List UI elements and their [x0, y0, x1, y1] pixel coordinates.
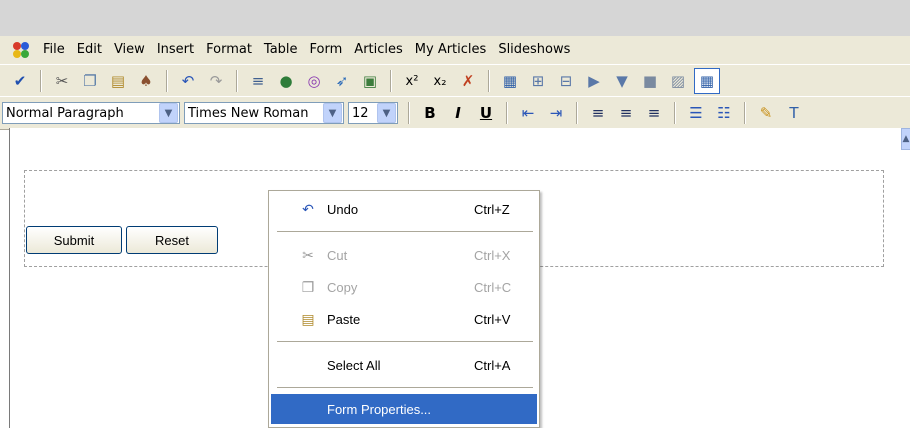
toolbar-separator: [576, 102, 578, 124]
delete-row-icon[interactable]: ■: [638, 69, 662, 93]
paragraph-style-select[interactable]: Normal Paragraph ▼: [2, 102, 180, 124]
insert-column-icon[interactable]: ⊟: [554, 69, 578, 93]
font-family-value: Times New Roman: [188, 105, 309, 121]
menu-view[interactable]: View: [108, 36, 151, 64]
superscript-icon[interactable]: x²: [400, 69, 424, 93]
menu-item-label: Copy: [327, 279, 358, 295]
toolbar-separator: [166, 70, 168, 92]
menu-item-copy: ❐ Copy Ctrl+C: [271, 271, 537, 303]
spellcheck-icon[interactable]: ✔: [8, 69, 32, 93]
paste-icon: ▤: [301, 310, 315, 327]
menu-item-label: Select All: [327, 357, 381, 373]
align-right-icon[interactable]: ≡: [642, 101, 666, 125]
menu-item-label: Cut: [327, 247, 348, 263]
merge-cells-icon[interactable]: ▶: [582, 69, 606, 93]
menu-bar: File Edit View Insert Format Table Form Article…: [0, 36, 910, 64]
menu-item-cut: ✂ Cut Ctrl+X: [271, 239, 537, 271]
menu-item-paste[interactable]: ▤ Paste Ctrl+V: [271, 303, 537, 335]
subscript-icon[interactable]: x₂: [428, 69, 452, 93]
toolbar-separator: [236, 70, 238, 92]
menu-separator: [277, 231, 533, 232]
font-size-select[interactable]: 12 ▼: [348, 102, 398, 124]
toolbar-separator: [488, 70, 490, 92]
indent-icon[interactable]: ⇥: [544, 101, 568, 125]
undo-icon[interactable]: ↶: [176, 69, 200, 93]
menu-form[interactable]: Form: [304, 36, 349, 64]
menu-separator: [277, 387, 533, 388]
scroll-up-icon[interactable]: ▲: [901, 128, 910, 150]
menu-slideshows[interactable]: Slideshows: [492, 36, 576, 64]
window-top-strip: [0, 0, 910, 36]
submit-button[interactable]: Submit: [26, 226, 122, 254]
menu-my-articles[interactable]: My Articles: [409, 36, 493, 64]
menu-articles[interactable]: Articles: [348, 36, 408, 64]
align-center-icon[interactable]: ≡: [614, 101, 638, 125]
context-menu: ↶ Undo Ctrl+Z ✂ Cut Ctrl+X ❐ Copy Ctrl+C…: [268, 190, 540, 428]
paragraph-style-value: Normal Paragraph: [6, 105, 124, 121]
cut-icon: ✂: [302, 246, 314, 263]
insert-table-icon[interactable]: ▦: [498, 69, 522, 93]
paste-icon[interactable]: ▤: [106, 69, 130, 93]
font-family-select[interactable]: Times New Roman ▼: [184, 102, 344, 124]
shortcut-text: Ctrl+A: [474, 357, 511, 373]
numbered-list-icon[interactable]: ☷: [712, 101, 736, 125]
table-properties-icon[interactable]: ▨: [666, 69, 690, 93]
app-icon: [13, 42, 29, 58]
text-color-icon[interactable]: T: [782, 101, 806, 125]
menu-item-label: Undo: [327, 201, 359, 217]
split-cells-icon[interactable]: ▼: [610, 69, 634, 93]
toolbar-separator: [674, 102, 676, 124]
toolbar-separator: [744, 102, 746, 124]
menu-item-form-properties[interactable]: Form Properties...: [271, 394, 537, 424]
menu-format[interactable]: Format: [200, 36, 258, 64]
redo-icon[interactable]: ↷: [204, 69, 228, 93]
font-size-value: 12: [352, 105, 369, 121]
insert-image-icon[interactable]: ▣: [358, 69, 382, 93]
copy-icon[interactable]: ❐: [78, 69, 102, 93]
menu-separator: [277, 341, 533, 342]
insert-bookmark-icon[interactable]: ➶: [330, 69, 354, 93]
chevron-down-icon[interactable]: ▼: [159, 103, 178, 123]
bulleted-list-icon[interactable]: ☰: [684, 101, 708, 125]
menu-item-label: Form Properties...: [327, 401, 432, 417]
chevron-down-icon[interactable]: ▼: [377, 103, 396, 123]
find-icon[interactable]: ♠: [134, 69, 158, 93]
reset-button[interactable]: Reset: [126, 226, 218, 254]
toolbar-separator: [390, 70, 392, 92]
shortcut-text: Ctrl+Z: [474, 201, 510, 217]
bold-icon[interactable]: B: [418, 101, 442, 125]
menu-table[interactable]: Table: [258, 36, 304, 64]
toolbar-separator: [506, 102, 508, 124]
insert-media-icon[interactable]: ◎: [302, 69, 326, 93]
clear-formatting-icon[interactable]: ✗: [456, 69, 480, 93]
underline-icon[interactable]: U: [474, 101, 498, 125]
shortcut-text: Ctrl+V: [474, 311, 511, 327]
toolbar-separator: [408, 102, 410, 124]
toolbar-standard: ✔ ✂ ❐ ▤ ♠ ↶ ↷ ≡ ● ◎ ➶ ▣ x² x₂ ✗ ▦ ⊞ ⊟ ▶ ▼ ■ ▨ ▦: [0, 64, 910, 97]
insert-row-icon[interactable]: ⊞: [526, 69, 550, 93]
italic-icon[interactable]: I: [446, 101, 470, 125]
menu-edit[interactable]: Edit: [71, 36, 108, 64]
toolbar-formatting: Normal Paragraph ▼ Times New Roman ▼ 12 …: [0, 96, 910, 130]
copy-icon: ❐: [301, 278, 315, 295]
menu-file[interactable]: File: [37, 36, 71, 64]
menu-insert[interactable]: Insert: [151, 36, 200, 64]
cut-icon[interactable]: ✂: [50, 69, 74, 93]
outdent-icon[interactable]: ⇤: [516, 101, 540, 125]
align-left-icon[interactable]: ≡: [586, 101, 610, 125]
menu-item-label: Paste: [327, 311, 361, 327]
menu-item-undo[interactable]: ↶ Undo Ctrl+Z: [271, 193, 537, 225]
toolbar-separator: [40, 70, 42, 92]
insert-link-icon[interactable]: ●: [274, 69, 298, 93]
menu-item-select-all[interactable]: Select All Ctrl+A: [271, 349, 537, 381]
shortcut-text: Ctrl+X: [474, 247, 511, 263]
show-borders-icon[interactable]: ▦: [694, 68, 720, 94]
undo-icon: ↶: [302, 200, 314, 217]
shortcut-text: Ctrl+C: [474, 279, 512, 295]
horizontal-rule-icon[interactable]: ≡: [246, 69, 270, 93]
chevron-down-icon[interactable]: ▼: [323, 103, 342, 123]
highlight-color-icon[interactable]: ✎: [754, 101, 778, 125]
